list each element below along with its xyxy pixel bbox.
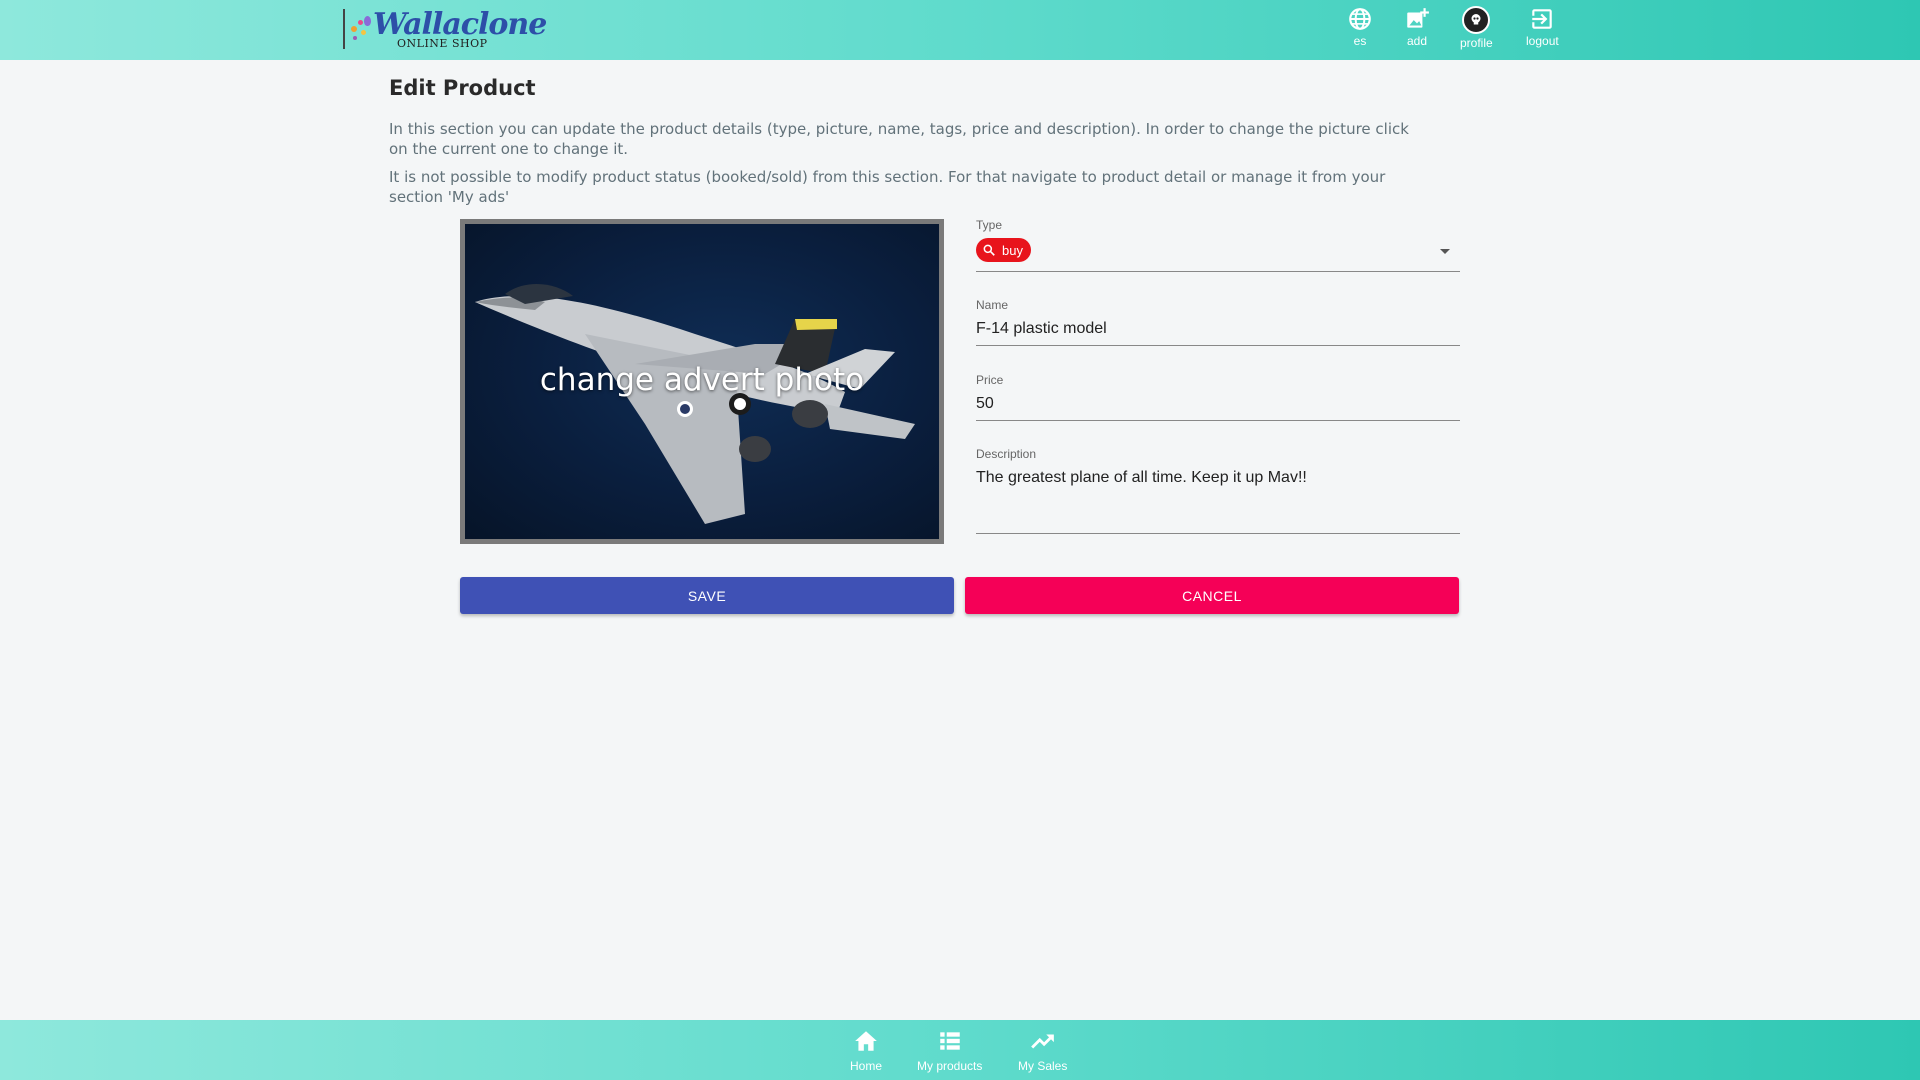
- app-logo[interactable]: Wallaclone ONLINE SHOP: [343, 6, 547, 50]
- nav-profile[interactable]: profile: [1460, 6, 1493, 50]
- dropdown-arrow-icon[interactable]: [1440, 249, 1450, 254]
- logo-dots-icon: [349, 12, 371, 46]
- logout-icon: [1532, 9, 1553, 29]
- name-input[interactable]: F-14 plastic model: [976, 320, 1460, 338]
- name-field[interactable]: Name F-14 plastic model: [976, 298, 1460, 346]
- search-icon: [983, 244, 995, 256]
- logo-subtitle: ONLINE SHOP: [397, 36, 488, 50]
- nav-logout[interactable]: logout: [1526, 6, 1559, 48]
- logo-title: Wallaclone: [373, 6, 547, 42]
- bottom-nav-home-label: Home: [850, 1059, 883, 1073]
- type-underline: [976, 271, 1460, 272]
- type-chip[interactable]: buy: [976, 238, 1031, 262]
- add-photo-icon: [1407, 8, 1429, 28]
- description-field[interactable]: Description The greatest plane of all ti…: [976, 447, 1460, 534]
- bottom-nav-my-products[interactable]: My products: [917, 1028, 982, 1073]
- type-label: Type: [976, 218, 1003, 232]
- logo-divider: [343, 9, 345, 49]
- price-label: Price: [976, 373, 1004, 387]
- nav-add-label: add: [1406, 34, 1428, 48]
- advert-photo[interactable]: change advert photo: [460, 219, 944, 544]
- description-input[interactable]: The greatest plane of all time. Keep it …: [976, 469, 1460, 487]
- cancel-button[interactable]: CANCEL: [965, 577, 1459, 614]
- home-icon: [855, 1031, 877, 1051]
- globe-icon: [1349, 8, 1371, 30]
- price-field[interactable]: Price 50: [976, 373, 1460, 421]
- type-chip-label: buy: [1002, 242, 1023, 258]
- price-underline: [976, 420, 1460, 421]
- top-app-bar: Wallaclone ONLINE SHOP es add profile lo…: [0, 0, 1920, 60]
- nav-profile-label: profile: [1460, 36, 1493, 50]
- name-label: Name: [976, 298, 1009, 312]
- nav-language-label: es: [1353, 34, 1367, 48]
- intro-text-2: It is not possible to modify product sta…: [389, 168, 1386, 206]
- bottom-nav-my-products-label: My products: [917, 1059, 983, 1073]
- skull-icon: [1471, 14, 1481, 25]
- bottom-nav-home[interactable]: Home: [850, 1028, 882, 1073]
- trending-up-icon: [1030, 1034, 1054, 1049]
- save-button[interactable]: SAVE: [460, 577, 954, 614]
- avatar: [1462, 6, 1491, 34]
- list-icon: [939, 1032, 960, 1050]
- page-title: Edit Product: [389, 76, 536, 100]
- bottom-nav-my-sales-label: My Sales: [1018, 1059, 1068, 1073]
- price-input[interactable]: 50: [976, 395, 1460, 413]
- name-underline: [976, 345, 1460, 346]
- type-select[interactable]: Type buy: [976, 218, 1460, 272]
- bottom-navigation: Home My products My Sales: [0, 1020, 1920, 1080]
- nav-language[interactable]: es: [1347, 6, 1373, 48]
- change-photo-overlay[interactable]: change advert photo: [465, 362, 939, 398]
- nav-add[interactable]: add: [1404, 6, 1430, 48]
- bottom-nav-my-sales[interactable]: My Sales: [1018, 1028, 1067, 1073]
- nav-logout-label: logout: [1526, 34, 1559, 48]
- description-label: Description: [976, 447, 1037, 461]
- intro-text-1: In this section you can update the produ…: [389, 120, 1409, 158]
- description-underline: [976, 533, 1460, 534]
